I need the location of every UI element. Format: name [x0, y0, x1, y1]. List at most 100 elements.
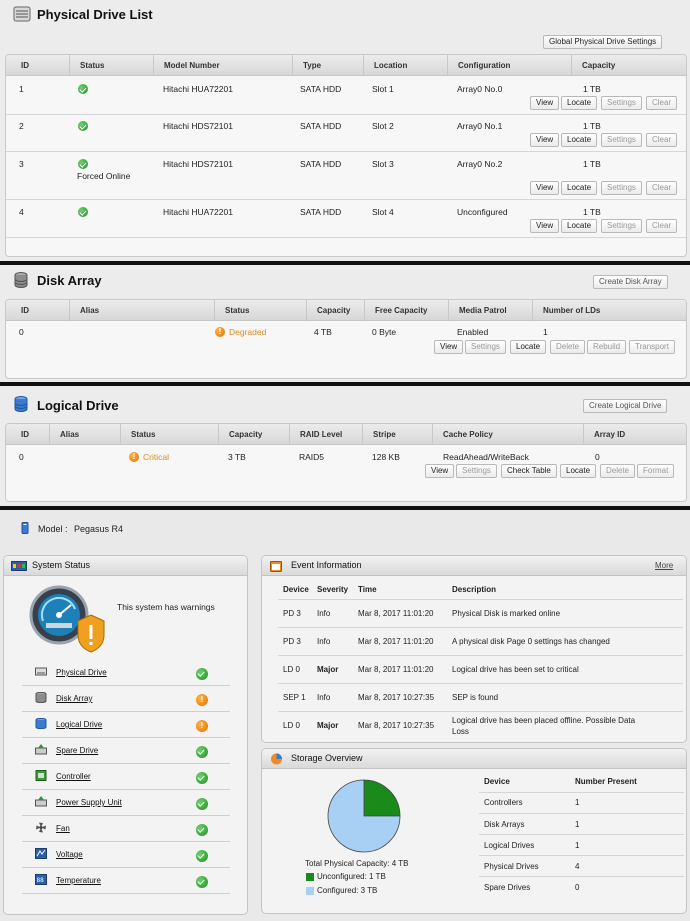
table-row: 0 ! Critical 3 TB RAID5 128 KB ReadAhead… [6, 445, 686, 483]
array-id: 0 [19, 327, 24, 337]
settings-button[interactable]: Settings [601, 96, 642, 110]
column-header[interactable]: Media Patrol [448, 300, 532, 321]
clear-button[interactable]: Clear [646, 96, 678, 110]
locate-button[interactable]: Locate [510, 340, 547, 354]
event-information-box: Event Information More [261, 555, 687, 743]
table-header: ID Alias Status Capacity RAID Level Stri… [6, 424, 686, 445]
view-button[interactable]: View [530, 181, 560, 195]
status-link-temperature[interactable]: Temperature [56, 876, 101, 885]
clear-button[interactable]: Clear [646, 219, 678, 233]
settings-button[interactable]: Settings [456, 464, 497, 478]
column-header: Device [484, 777, 510, 786]
event-description: Logical drive has been placed offline. P… [452, 716, 636, 725]
controller-icon [35, 770, 47, 781]
clear-button[interactable]: Clear [646, 181, 678, 195]
column-header[interactable]: Status [120, 424, 218, 445]
divider [278, 683, 683, 684]
box-title: Event Information [291, 560, 362, 570]
divider [22, 737, 230, 738]
column-header[interactable]: RAID Level [289, 424, 362, 445]
view-button[interactable]: View [530, 133, 560, 147]
view-button[interactable]: View [530, 219, 560, 233]
view-button[interactable]: View [530, 96, 560, 110]
locate-button[interactable]: Locate [561, 96, 598, 110]
storage-count: 1 [575, 841, 580, 850]
column-header[interactable]: Status [69, 55, 153, 76]
settings-button[interactable]: Settings [601, 219, 642, 233]
status-link-controller[interactable]: Controller [56, 772, 91, 781]
locate-button[interactable]: Locate [560, 464, 597, 478]
column-header: Device [283, 585, 309, 594]
status-link-spare-drive[interactable]: Spare Drive [56, 746, 98, 755]
locate-button[interactable]: Locate [561, 219, 598, 233]
column-header[interactable]: Location [363, 55, 447, 76]
column-header[interactable]: Stripe [362, 424, 432, 445]
status-link-power-supply-unit[interactable]: Power Supply Unit [56, 798, 122, 807]
status-link-physical-drive[interactable]: Physical Drive [56, 668, 107, 677]
unconfigured-legend-label: Unconfigured: 1 TB [317, 872, 386, 881]
array-media-patrol: Enabled [457, 327, 489, 337]
drive-id: 2 [19, 121, 24, 131]
column-header[interactable]: ID [11, 424, 49, 445]
divider [479, 855, 684, 856]
column-header[interactable]: Capacity [218, 424, 289, 445]
system-status-icon [11, 561, 27, 571]
drive-location: Slot 1 [372, 84, 394, 94]
fan-icon [36, 822, 46, 833]
delete-button[interactable]: Delete [600, 464, 636, 478]
ok-icon [196, 668, 208, 680]
ld-status: Critical [143, 452, 169, 462]
warning-icon: ! [129, 452, 139, 462]
array-ld-count: 1 [543, 327, 548, 337]
column-header[interactable]: Capacity [571, 55, 686, 76]
drive-model: Hitachi HDS72101 [163, 159, 233, 169]
divider [278, 599, 683, 600]
array-capacity: 4 TB [314, 327, 332, 337]
transport-button[interactable]: Transport [629, 340, 675, 354]
divider [22, 867, 230, 868]
column-header[interactable]: Number of LDs [532, 300, 686, 321]
drive-type: SATA HDD [300, 207, 342, 217]
column-header[interactable]: Status [214, 300, 306, 321]
column-header[interactable]: Capacity [306, 300, 364, 321]
clear-button[interactable]: Clear [646, 133, 678, 147]
drive-type: SATA HDD [300, 84, 342, 94]
delete-button[interactable]: Delete [550, 340, 586, 354]
check-table-button[interactable]: Check Table [501, 464, 557, 478]
column-header[interactable]: Array ID [583, 424, 686, 445]
column-header[interactable]: Alias [69, 300, 214, 321]
more-link[interactable]: More [655, 561, 673, 570]
model-icon [21, 522, 29, 534]
column-header[interactable]: Cache Policy [432, 424, 583, 445]
view-button[interactable]: View [425, 464, 455, 478]
status-link-logical-drive[interactable]: Logical Drive [56, 720, 102, 729]
status-link-disk-array[interactable]: Disk Array [56, 694, 92, 703]
box-header: Storage Overview [262, 749, 686, 769]
drive-location: Slot 2 [372, 121, 394, 131]
ok-icon [196, 798, 208, 810]
create-disk-array-button[interactable]: Create Disk Array [593, 275, 668, 289]
global-settings-button[interactable]: Global Physical Drive Settings [543, 35, 663, 49]
view-button[interactable]: View [434, 340, 464, 354]
status-link-fan[interactable]: Fan [56, 824, 70, 833]
settings-button[interactable]: Settings [465, 340, 506, 354]
storage-device: Disk Arrays [484, 820, 525, 829]
column-header[interactable]: ID [11, 300, 69, 321]
column-header[interactable]: Alias [49, 424, 120, 445]
column-header[interactable]: Type [292, 55, 363, 76]
locate-button[interactable]: Locate [561, 181, 598, 195]
system-gauge-icon [29, 585, 105, 653]
locate-button[interactable]: Locate [561, 133, 598, 147]
settings-button[interactable]: Settings [601, 133, 642, 147]
column-header[interactable]: Free Capacity [364, 300, 448, 321]
column-header[interactable]: ID [11, 55, 69, 76]
status-link-voltage[interactable]: Voltage [56, 850, 83, 859]
ld-cache-policy: ReadAhead/WriteBack [443, 452, 529, 462]
column-header[interactable]: Configuration [447, 55, 571, 76]
create-logical-drive-button[interactable]: Create Logical Drive [583, 399, 668, 413]
format-button[interactable]: Format [637, 464, 675, 478]
column-header[interactable]: Model Number [153, 55, 292, 76]
table-row: 1 Hitachi HUA72201 SATA HDD Slot 1 Array… [6, 76, 686, 115]
settings-button[interactable]: Settings [601, 181, 642, 195]
rebuild-button[interactable]: Rebuild [587, 340, 627, 354]
